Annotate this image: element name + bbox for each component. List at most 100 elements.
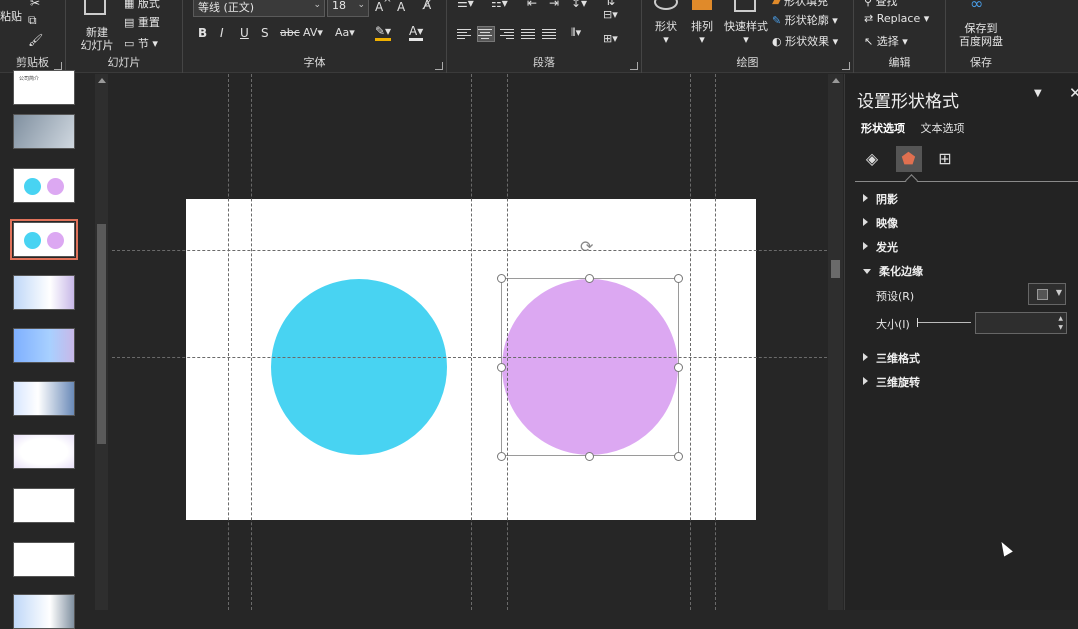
canvas-scrollbar[interactable]	[828, 74, 843, 610]
grow-font-icon[interactable]: A^	[375, 0, 392, 14]
bullets-icon[interactable]: ☰▾	[457, 0, 474, 10]
smartart-icon[interactable]: ⊞▾	[603, 32, 618, 45]
slide-thumbnail-6[interactable]	[13, 328, 75, 363]
slide-canvas: ⟳	[112, 74, 827, 610]
quick-styles-label: 快速样式	[724, 20, 768, 33]
change-case-icon[interactable]: Aa▾	[335, 26, 355, 39]
resize-handle-se[interactable]	[674, 452, 683, 461]
font-name-select[interactable]: 等线 (正文) ⌄	[193, 0, 325, 17]
paragraph-launcher-icon[interactable]	[630, 62, 638, 70]
text-shadow-icon[interactable]: S	[261, 26, 269, 40]
bold-icon[interactable]: B	[198, 26, 207, 40]
shape-outline-button[interactable]: ✎ 形状轮廓 ▾	[772, 12, 838, 28]
align-left-icon[interactable]	[457, 27, 473, 41]
scroll-up-icon[interactable]	[98, 78, 106, 83]
slide-thumbnail-5[interactable]	[13, 275, 75, 310]
quick-styles-button[interactable]: 快速样式 ▾	[722, 20, 770, 46]
align-text-icon[interactable]: ⊟▾	[603, 8, 618, 21]
section-shadow[interactable]: 阴影	[863, 191, 898, 207]
pane-options-icon[interactable]: ▼	[1034, 88, 1042, 99]
thumbnails-scrollbar[interactable]	[95, 74, 108, 610]
slide-thumbnail-4[interactable]	[10, 219, 78, 260]
size-properties-icon[interactable]: ⊞	[932, 146, 958, 172]
slides-group-label: 幻灯片	[107, 56, 141, 69]
spin-up-icon[interactable]: ▲	[1058, 315, 1063, 322]
fill-line-icon[interactable]: ◈	[859, 146, 885, 172]
shapes-button[interactable]: 形状 ▾	[650, 20, 682, 46]
resize-handle-ne[interactable]	[674, 274, 683, 283]
justify-icon[interactable]	[521, 27, 537, 41]
italic-icon[interactable]: I	[220, 26, 224, 40]
decrease-indent-icon[interactable]: ⇤	[527, 0, 537, 10]
guide-line	[690, 74, 691, 610]
strikethrough-icon[interactable]: abc	[280, 26, 300, 39]
close-icon[interactable]: ✕	[1069, 84, 1078, 102]
section-soft-edges[interactable]: 柔化边缘	[863, 263, 923, 279]
paste-button[interactable]: 粘贴	[0, 10, 22, 23]
canvas-scroll-thumb[interactable]	[831, 260, 840, 278]
text-direction-icon[interactable]: ⇅	[605, 0, 615, 8]
tab-text-options[interactable]: 文本选项	[921, 120, 965, 136]
slide-thumbnail-1[interactable]: 公司简介	[13, 70, 75, 105]
section-3d-rotation[interactable]: 三维旋转	[863, 374, 920, 390]
cyan-circle[interactable]	[271, 279, 447, 455]
slide-thumbnail-10[interactable]	[13, 542, 75, 577]
resize-handle-e[interactable]	[674, 363, 683, 372]
thumbnails-scroll-thumb[interactable]	[97, 224, 106, 444]
clipboard-launcher-icon[interactable]	[54, 62, 62, 70]
copy-icon[interactable]: ⧉	[28, 13, 37, 28]
increase-indent-icon[interactable]: ⇥	[549, 0, 559, 10]
shape-effects-button[interactable]: ◐ 形状效果 ▾	[772, 33, 838, 49]
columns-icon[interactable]: ⫴▾	[571, 26, 581, 40]
section-glow[interactable]: 发光	[863, 239, 898, 255]
section-3d-format[interactable]: 三维格式	[863, 350, 920, 366]
resize-handle-sw[interactable]	[497, 452, 506, 461]
format-painter-icon[interactable]: 🖌	[28, 33, 43, 47]
font-color-icon[interactable]: A▾	[409, 24, 424, 41]
section-reflection[interactable]: 映像	[863, 215, 898, 231]
align-center-icon[interactable]	[477, 26, 495, 42]
shape-fill-button[interactable]: ▰ 形状填充	[772, 0, 828, 9]
effects-pentagon-icon[interactable]: ⬟	[895, 146, 922, 172]
preset-dropdown[interactable]: ▼	[1028, 283, 1066, 305]
resize-handle-s[interactable]	[585, 452, 594, 461]
resize-handle-n[interactable]	[585, 274, 594, 283]
clear-format-icon[interactable]: A̸	[423, 0, 431, 12]
shrink-font-icon[interactable]: Aˇ	[397, 0, 410, 14]
reset-button[interactable]: ▤ 重置	[124, 14, 160, 30]
slide-thumbnail-7[interactable]	[13, 381, 75, 416]
font-launcher-icon[interactable]	[435, 62, 443, 70]
new-slide-button[interactable]: 新建 幻灯片	[72, 26, 122, 52]
numbering-icon[interactable]: ☷▾	[491, 0, 508, 10]
align-right-icon[interactable]	[500, 27, 516, 41]
spin-down-icon[interactable]: ▼	[1058, 324, 1063, 331]
rotate-handle-icon[interactable]: ⟳	[580, 237, 593, 256]
slide-thumbnail-8[interactable]	[13, 434, 75, 469]
distributed-icon[interactable]	[542, 27, 558, 41]
save-to-baidu-button[interactable]: 保存到 百度网盘	[954, 22, 1008, 48]
arrange-button[interactable]: 排列 ▾	[686, 20, 718, 46]
scroll-up-icon[interactable]	[832, 78, 840, 83]
layout-button[interactable]: ▦ 版式	[124, 0, 160, 11]
resize-handle-nw[interactable]	[497, 274, 506, 283]
slide-thumbnail-9[interactable]	[13, 488, 75, 523]
slide-thumbnail-3[interactable]	[13, 168, 75, 203]
cut-icon[interactable]: ✂	[30, 0, 40, 10]
underline-icon[interactable]: U	[240, 26, 249, 40]
line-spacing-icon[interactable]: ↕▾	[571, 0, 587, 10]
slide-thumbnail-11[interactable]	[13, 594, 75, 629]
slide-thumbnail-2[interactable]	[13, 114, 75, 149]
drawing-launcher-icon[interactable]	[842, 62, 850, 70]
resize-handle-w[interactable]	[497, 363, 506, 372]
select-button[interactable]: ↖ 选择 ▾	[864, 33, 908, 49]
replace-button[interactable]: ⇄ Replace ▾	[864, 12, 929, 25]
section-button[interactable]: ▭ 节 ▾	[124, 35, 158, 51]
highlight-color-icon[interactable]: ✎▾	[375, 24, 392, 41]
baidu-cloud-icon: ∞	[970, 0, 984, 13]
size-slider[interactable]	[917, 318, 971, 327]
find-button[interactable]: ⚲ 查找	[864, 0, 898, 9]
size-input[interactable]: ▲ ▼	[975, 312, 1067, 334]
font-size-select[interactable]: 18 ⌄	[327, 0, 369, 17]
char-spacing-icon[interactable]: AV▾	[303, 26, 323, 39]
tab-shape-options[interactable]: 形状选项	[861, 120, 905, 136]
